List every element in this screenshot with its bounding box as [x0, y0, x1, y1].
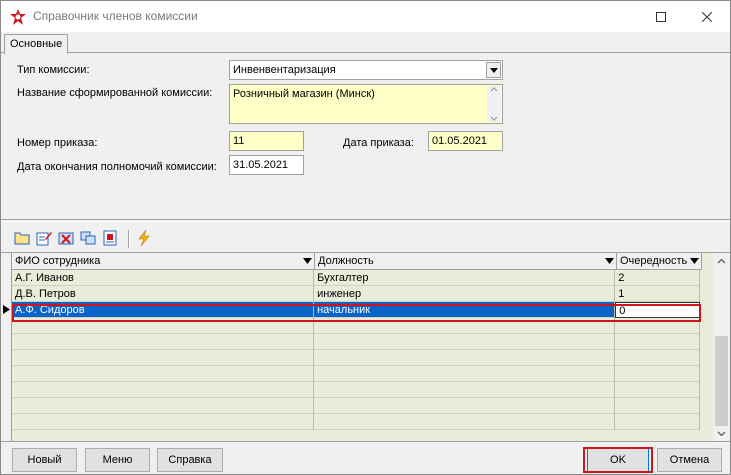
properties-icon — [103, 230, 116, 246]
scroll-down-icon — [490, 116, 498, 121]
column-header-label: ФИО сотрудника — [15, 255, 101, 267]
selected-row-highlight — [12, 304, 701, 322]
scroll-up-icon[interactable] — [717, 258, 726, 264]
sort-arrow-icon[interactable] — [303, 258, 312, 264]
open-button[interactable] — [13, 230, 30, 246]
toolbar-separator — [128, 230, 130, 248]
close-icon — [702, 11, 712, 22]
order-number-label: Номер приказа: — [17, 137, 98, 149]
edit-button[interactable] — [35, 230, 52, 246]
grid-vertical-scrollbar[interactable] — [713, 253, 730, 441]
scroll-up-icon — [490, 87, 498, 92]
sort-arrow-icon[interactable] — [605, 258, 614, 264]
new-button[interactable]: Новый — [12, 448, 77, 472]
section-divider — [1, 219, 730, 222]
cell-name[interactable]: Д.В. Петров — [12, 286, 315, 302]
help-button[interactable]: Справка — [157, 448, 223, 472]
tab-strip: Основные — [1, 32, 730, 54]
commission-type-value: Инвенвентаризация — [233, 64, 336, 76]
empty-row — [12, 350, 700, 366]
scroll-down-icon[interactable] — [717, 431, 726, 437]
order-number-value: 11 — [233, 135, 245, 147]
edit-icon — [36, 232, 52, 246]
table-row[interactable]: А.Г. Иванов Бухгалтер 2 — [12, 270, 700, 286]
cell-order[interactable]: 2 — [615, 270, 700, 286]
chevron-down-icon — [489, 67, 498, 73]
close-button[interactable] — [684, 1, 730, 32]
properties-button[interactable] — [101, 230, 118, 246]
order-number-field[interactable]: 11 — [229, 131, 304, 151]
sort-arrow-icon[interactable] — [690, 258, 699, 264]
end-date-field[interactable]: 31.05.2021 — [229, 155, 304, 175]
lightning-icon — [137, 230, 150, 246]
menu-button[interactable]: Меню — [85, 448, 150, 472]
column-header-label: Очередность — [620, 255, 688, 267]
commission-name-value: Розничный магазин (Минск) — [233, 88, 375, 100]
cell-position[interactable]: Бухгалтер — [314, 270, 616, 286]
window-title: Справочник членов комиссии — [33, 9, 198, 23]
cell-name[interactable]: А.Г. Иванов — [12, 270, 315, 286]
commission-name-label: Название сформированной комиссии: — [17, 87, 213, 99]
cell-position[interactable]: инженер — [314, 286, 616, 302]
run-button[interactable] — [135, 230, 152, 246]
current-row-arrow-icon — [3, 305, 10, 314]
row-indicator-column — [1, 253, 12, 441]
order-date-label: Дата приказа: — [343, 137, 414, 149]
commission-type-label: Тип комиссии: — [17, 64, 90, 76]
empty-row — [12, 366, 700, 382]
order-date-field[interactable]: 01.05.2021 — [428, 131, 503, 151]
order-date-value: 01.05.2021 — [432, 135, 488, 147]
empty-row — [12, 398, 700, 414]
grid-header: ФИО сотрудника Должность Очередность — [12, 253, 702, 270]
copy-icon — [80, 231, 95, 245]
scrollbar-thumb[interactable] — [715, 336, 728, 426]
column-header-position[interactable]: Должность — [315, 253, 617, 270]
members-grid[interactable]: ФИО сотрудника Должность Очередность А.Г… — [1, 252, 730, 442]
maximize-icon — [656, 11, 666, 22]
maximize-button[interactable] — [638, 1, 684, 32]
copy-button[interactable] — [79, 230, 96, 246]
grid-toolbar — [1, 226, 730, 252]
dialog-window: Справочник членов комиссии Основные Тип … — [0, 0, 731, 475]
end-date-label: Дата окончания полномочий комиссии: — [17, 161, 217, 173]
dropdown-button[interactable] — [486, 62, 501, 78]
empty-row — [12, 334, 700, 350]
cell-order[interactable]: 1 — [615, 286, 700, 302]
memo-scrollbar[interactable] — [487, 86, 501, 122]
grid-rows: А.Г. Иванов Бухгалтер 2 Д.В. Петров инже… — [12, 270, 700, 430]
cancel-button[interactable]: Отмена — [657, 448, 722, 472]
table-row[interactable]: Д.В. Петров инженер 1 — [12, 286, 700, 302]
tab-main[interactable]: Основные — [4, 34, 69, 54]
empty-row — [12, 382, 700, 398]
app-icon — [10, 9, 26, 25]
column-header-order[interactable]: Очередность — [617, 253, 702, 270]
title-bar[interactable]: Справочник членов комиссии — [1, 1, 730, 32]
empty-row — [12, 414, 700, 430]
ok-button-highlight — [583, 447, 653, 473]
column-header-name[interactable]: ФИО сотрудника — [12, 253, 315, 270]
delete-icon — [58, 232, 73, 245]
delete-button[interactable] — [57, 230, 74, 246]
commission-type-combo[interactable]: Инвенвентаризация — [229, 60, 503, 80]
open-folder-icon — [14, 232, 29, 245]
form-panel: Тип комиссии: Инвенвентаризация Название… — [1, 53, 730, 221]
end-date-value: 31.05.2021 — [233, 159, 289, 171]
column-header-label: Должность — [318, 255, 374, 267]
commission-name-field[interactable]: Розничный магазин (Минск) — [229, 84, 503, 124]
